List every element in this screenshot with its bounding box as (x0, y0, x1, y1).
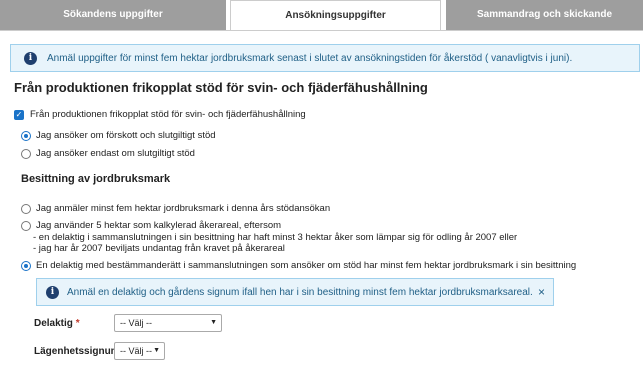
tab-application-info[interactable]: Ansökningsuppgifter (230, 0, 441, 31)
chevron-down-icon: ▼ (153, 347, 160, 354)
delaktig-select-value: -- Välj -- (120, 318, 152, 328)
chevron-down-icon: ▼ (210, 319, 217, 326)
delaktig-select[interactable]: -- Välj -- ▼ (114, 314, 222, 332)
radio-five-hectares[interactable] (21, 204, 31, 214)
required-mark: * (75, 318, 80, 329)
tab-summary-submit[interactable]: Sammandrag och skickande (446, 0, 643, 30)
radio-calculated-area-label: Jag använder 5 hektar som kalkylerad åke… (36, 220, 282, 231)
radio-final-only-label: Jag ansöker endast om slutgiltigt stöd (36, 148, 195, 159)
section-title: Från produktionen frikopplat stöd för sv… (14, 80, 428, 95)
radio-final-only[interactable] (21, 149, 31, 159)
signum-select[interactable]: -- Välj -- ▼ (114, 342, 165, 360)
calculated-area-line-1: - en delaktig i sammanslutningen i sin b… (33, 232, 518, 243)
radio-advance-and-final-label: Jag ansöker om förskott och slutgiltigt … (36, 130, 216, 141)
close-icon[interactable]: × (538, 279, 545, 306)
calculated-area-line-2: - jag har år 2007 beviljats undantag frå… (33, 243, 285, 254)
info-banner-text: Anmäl uppgifter för minst fem hektar jor… (47, 53, 573, 64)
radio-advance-and-final[interactable] (21, 131, 31, 141)
radio-calculated-area[interactable] (21, 221, 31, 231)
signum-label: Lägenhetssignum (34, 346, 120, 357)
tab-divider (0, 30, 643, 31)
tab-applicant-info[interactable]: Sökandens uppgifter (0, 0, 226, 30)
delaktig-label: Delaktig * (34, 318, 80, 329)
info-banner: i Anmäl uppgifter för minst fem hektar j… (10, 44, 640, 72)
support-checkbox-label: Från produktionen frikopplat stöd för sv… (30, 109, 306, 120)
support-checkbox[interactable]: ✓ (14, 110, 24, 120)
member-info-text: Anmäl en delaktig och gårdens signum ifa… (67, 287, 533, 298)
possession-title: Besittning av jordbruksmark (21, 173, 171, 185)
radio-member-possession-label: En delaktig med bestämmanderätt i samman… (36, 260, 577, 271)
info-icon: i (46, 286, 59, 299)
info-icon: i (24, 52, 37, 65)
member-info-banner: i Anmäl en delaktig och gårdens signum i… (36, 278, 554, 306)
tab-bar: Sökandens uppgifter Ansökningsuppgifter … (0, 0, 643, 31)
signum-select-value: -- Välj -- (120, 346, 152, 356)
radio-member-possession[interactable] (21, 261, 31, 271)
radio-five-hectares-label: Jag anmäler minst fem hektar jordbruksma… (36, 203, 331, 214)
